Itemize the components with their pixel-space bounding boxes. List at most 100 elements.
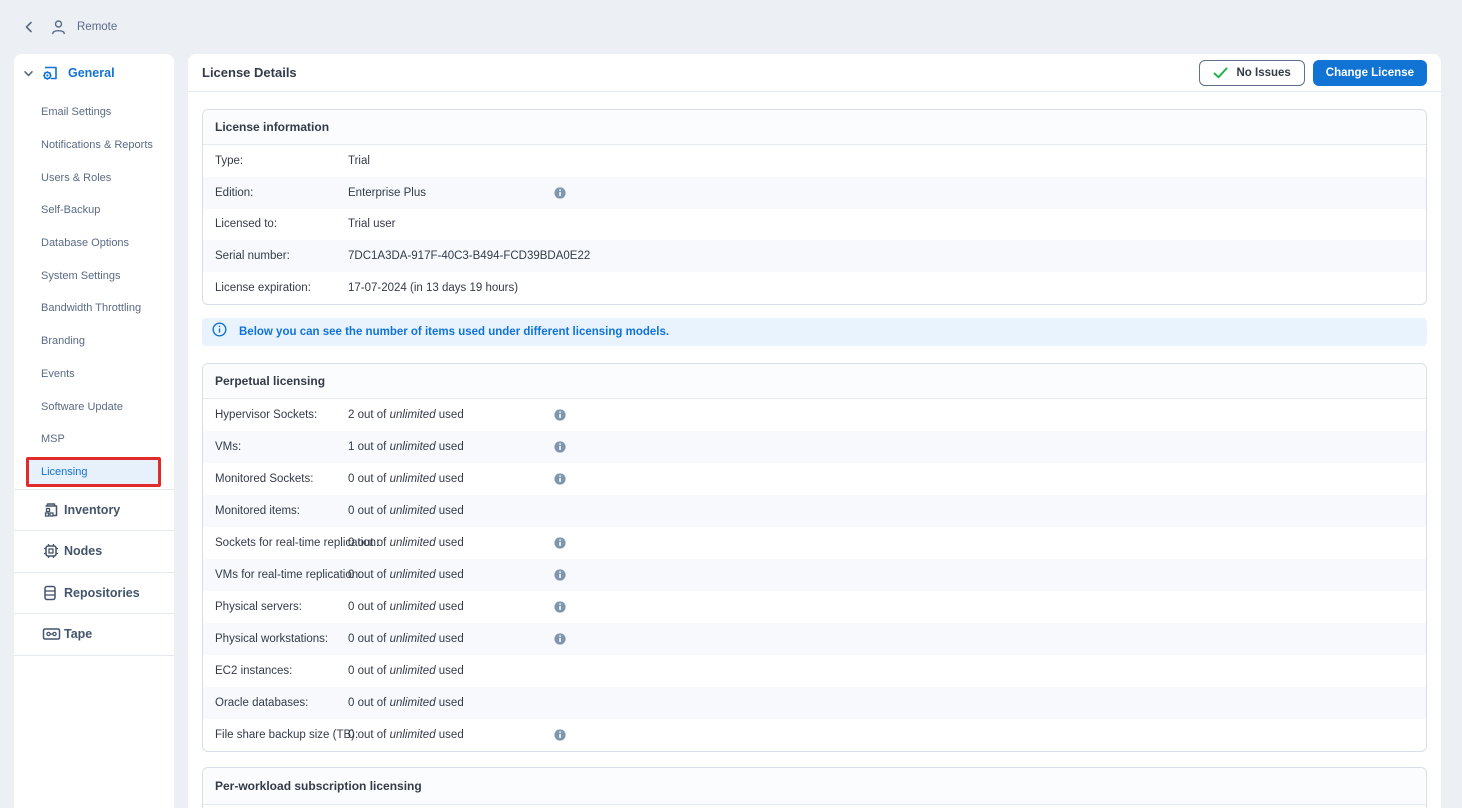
- table-row: Physical workstations:0 out of unlimited…: [203, 623, 1426, 655]
- info-icon[interactable]: [554, 569, 566, 581]
- sidebar-item-inventory[interactable]: Inventory: [14, 490, 174, 531]
- sidebar-item-system-settings[interactable]: System Settings: [14, 259, 174, 292]
- top-bar: Remote: [0, 0, 1462, 54]
- sidebar-item-users-roles[interactable]: Users & Roles: [14, 161, 174, 194]
- row-label: Sockets for real-time replication:: [215, 537, 348, 549]
- remote-label: Remote: [77, 21, 117, 33]
- perpetual-licensing-card: Perpetual licensing Hypervisor Sockets:2…: [202, 363, 1427, 752]
- sidebar-item-branding[interactable]: Branding: [14, 325, 174, 358]
- info-icon[interactable]: [554, 473, 566, 485]
- row-value: 0 out of unlimited used: [348, 473, 548, 485]
- table-row: Oracle databases:0 out of unlimited used: [203, 687, 1426, 719]
- sidebar-item-tape[interactable]: Tape: [14, 614, 174, 655]
- sidebar-section-label: Tape: [64, 627, 92, 641]
- sidebar-section-label: Repositories: [64, 586, 140, 600]
- row-label: Physical workstations:: [215, 633, 348, 645]
- row-value: 0 out of unlimited used: [348, 601, 548, 613]
- perpetual-licensing-rows: Hypervisor Sockets:2 out of unlimited us…: [203, 399, 1426, 751]
- info-icon[interactable]: [554, 729, 566, 741]
- row-label: Serial number:: [215, 250, 348, 262]
- sidebar-general-sublist: Email SettingsNotifications & ReportsUse…: [14, 92, 174, 487]
- back-chevron-icon[interactable]: [22, 20, 36, 34]
- row-value: 17-07-2024 (in 13 days 19 hours): [348, 282, 548, 294]
- row-value: 0 out of unlimited used: [348, 569, 548, 581]
- sidebar-section-label: Inventory: [64, 503, 120, 517]
- table-row: Physical servers:0 out of unlimited used: [203, 591, 1426, 623]
- tape-icon: [42, 626, 64, 642]
- table-row: Serial number:7DC1A3DA-917F-40C3-B494-FC…: [203, 240, 1426, 272]
- license-information-title: License information: [203, 110, 1426, 145]
- row-value: Trial: [348, 155, 548, 167]
- sidebar-item-notifications-reports[interactable]: Notifications & Reports: [14, 129, 174, 162]
- row-label: Hypervisor Sockets:: [215, 409, 348, 421]
- info-icon[interactable]: [554, 441, 566, 453]
- row-value: 2 out of unlimited used: [348, 409, 548, 421]
- inventory-icon: [42, 501, 64, 519]
- info-banner: Below you can see the number of items us…: [202, 318, 1427, 346]
- table-row: File share backup size (TB):0 out of unl…: [203, 719, 1426, 751]
- no-issues-label: No Issues: [1236, 67, 1290, 79]
- row-label: License expiration:: [215, 282, 348, 294]
- chevron-down-icon[interactable]: [23, 68, 34, 79]
- row-label: Type:: [215, 155, 348, 167]
- table-row: Monitored items:0 out of unlimited used: [203, 495, 1426, 527]
- general-settings-icon: [41, 64, 59, 82]
- sidebar-item-software-update[interactable]: Software Update: [14, 390, 174, 423]
- row-label: File share backup size (TB):: [215, 729, 348, 741]
- row-label: Oracle databases:: [215, 697, 348, 709]
- license-information-rows: Type:TrialEdition:Enterprise PlusLicense…: [203, 145, 1426, 304]
- sidebar-item-events[interactable]: Events: [14, 358, 174, 391]
- sidebar: General Email SettingsNotifications & Re…: [14, 54, 174, 808]
- table-row: VMs for real-time replication:0 out of u…: [203, 559, 1426, 591]
- per-workload-card: Per-workload subscription licensing: [202, 767, 1427, 808]
- sidebar-item-repositories[interactable]: Repositories: [14, 573, 174, 614]
- row-label: Edition:: [215, 187, 348, 199]
- sidebar-item-self-backup[interactable]: Self-Backup: [14, 194, 174, 227]
- row-value: 0 out of unlimited used: [348, 537, 548, 549]
- user-icon: [50, 19, 67, 36]
- info-banner-text: Below you can see the number of items us…: [239, 326, 669, 338]
- sidebar-item-general[interactable]: General: [14, 54, 174, 92]
- page-title: License Details: [202, 65, 297, 80]
- no-issues-button[interactable]: No Issues: [1199, 60, 1304, 86]
- sidebar-item-nodes[interactable]: Nodes: [14, 531, 174, 572]
- table-row: Type:Trial: [203, 145, 1426, 177]
- info-icon[interactable]: [554, 633, 566, 645]
- row-label: Monitored items:: [215, 505, 348, 517]
- row-label: Licensed to:: [215, 218, 348, 230]
- header-actions: No Issues Change License: [1199, 60, 1427, 86]
- sidebar-item-msp[interactable]: MSP: [14, 423, 174, 456]
- check-icon: [1213, 67, 1228, 79]
- sidebar-general-label: General: [68, 66, 115, 80]
- row-value: 1 out of unlimited used: [348, 441, 548, 453]
- sidebar-divider: [14, 655, 174, 656]
- repositories-icon: [42, 584, 64, 602]
- row-value: 0 out of unlimited used: [348, 665, 548, 677]
- info-outline-icon: [212, 322, 227, 342]
- table-row: Edition:Enterprise Plus: [203, 177, 1426, 209]
- sidebar-section-label: Nodes: [64, 544, 102, 558]
- info-icon[interactable]: [554, 409, 566, 421]
- row-value: 0 out of unlimited used: [348, 633, 548, 645]
- info-icon[interactable]: [554, 601, 566, 613]
- info-icon[interactable]: [554, 537, 566, 549]
- main-header: License Details No Issues Change License: [188, 54, 1441, 92]
- row-label: Monitored Sockets:: [215, 473, 348, 485]
- sidebar-item-email-settings[interactable]: Email Settings: [14, 96, 174, 129]
- row-value: Enterprise Plus: [348, 187, 548, 199]
- sidebar-sections: Inventory Nodes Repositories Tape: [14, 489, 174, 656]
- main-panel: License Details No Issues Change License…: [188, 54, 1441, 808]
- table-row: Monitored Sockets:0 out of unlimited use…: [203, 463, 1426, 495]
- row-value: 7DC1A3DA-917F-40C3-B494-FCD39BDA0E22: [348, 250, 548, 262]
- nodes-icon: [42, 542, 64, 560]
- row-value: Trial user: [348, 218, 548, 230]
- row-label: EC2 instances:: [215, 665, 348, 677]
- sidebar-item-licensing[interactable]: Licensing: [26, 457, 161, 487]
- table-row: EC2 instances:0 out of unlimited used: [203, 655, 1426, 687]
- change-license-button[interactable]: Change License: [1313, 60, 1427, 86]
- row-label: VMs for real-time replication:: [215, 569, 348, 581]
- sidebar-item-bandwidth-throttling[interactable]: Bandwidth Throttling: [14, 292, 174, 325]
- info-icon[interactable]: [554, 187, 566, 199]
- sidebar-item-database-options[interactable]: Database Options: [14, 227, 174, 260]
- table-row: Licensed to:Trial user: [203, 209, 1426, 241]
